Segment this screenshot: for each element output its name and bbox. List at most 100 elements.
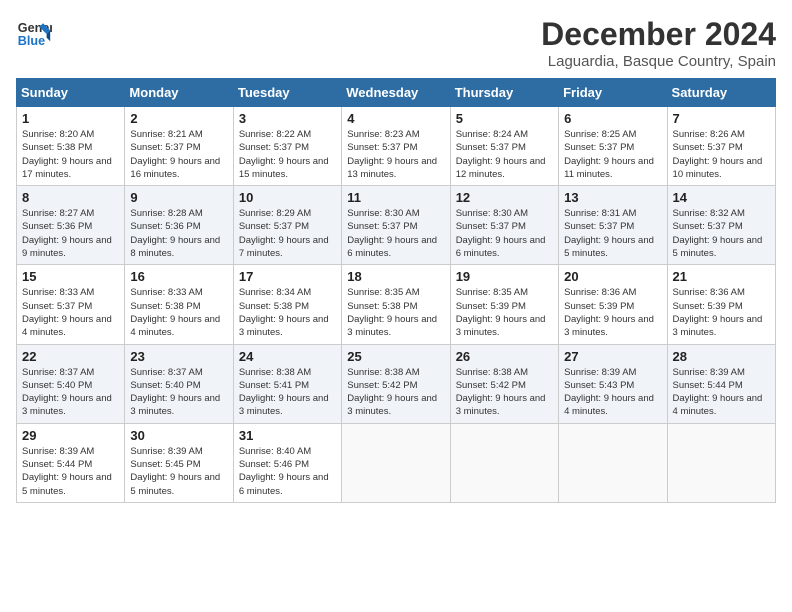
day-info: Sunrise: 8:21 AMSunset: 5:37 PMDaylight:… [130, 129, 220, 180]
calendar-cell: 7 Sunrise: 8:26 AMSunset: 5:37 PMDayligh… [667, 107, 775, 186]
day-number: 15 [22, 269, 119, 284]
calendar-cell: 25 Sunrise: 8:38 AMSunset: 5:42 PMDaylig… [342, 344, 450, 423]
calendar-cell: 28 Sunrise: 8:39 AMSunset: 5:44 PMDaylig… [667, 344, 775, 423]
calendar-cell: 23 Sunrise: 8:37 AMSunset: 5:40 PMDaylig… [125, 344, 233, 423]
day-info: Sunrise: 8:38 AMSunset: 5:42 PMDaylight:… [347, 367, 437, 418]
day-number: 28 [673, 349, 770, 364]
day-info: Sunrise: 8:33 AMSunset: 5:38 PMDaylight:… [130, 287, 220, 338]
day-info: Sunrise: 8:22 AMSunset: 5:37 PMDaylight:… [239, 129, 329, 180]
calendar-cell: 13 Sunrise: 8:31 AMSunset: 5:37 PMDaylig… [559, 186, 667, 265]
calendar-cell: 29 Sunrise: 8:39 AMSunset: 5:44 PMDaylig… [17, 423, 125, 502]
calendar-cell: 10 Sunrise: 8:29 AMSunset: 5:37 PMDaylig… [233, 186, 341, 265]
calendar-cell: 21 Sunrise: 8:36 AMSunset: 5:39 PMDaylig… [667, 265, 775, 344]
day-number: 26 [456, 349, 553, 364]
calendar-cell: 11 Sunrise: 8:30 AMSunset: 5:37 PMDaylig… [342, 186, 450, 265]
day-header-sunday: Sunday [17, 79, 125, 107]
day-number: 18 [347, 269, 444, 284]
week-row-5: 29 Sunrise: 8:39 AMSunset: 5:44 PMDaylig… [17, 423, 776, 502]
day-info: Sunrise: 8:39 AMSunset: 5:45 PMDaylight:… [130, 446, 220, 497]
calendar-cell: 22 Sunrise: 8:37 AMSunset: 5:40 PMDaylig… [17, 344, 125, 423]
calendar-cell: 18 Sunrise: 8:35 AMSunset: 5:38 PMDaylig… [342, 265, 450, 344]
day-number: 9 [130, 190, 227, 205]
calendar-cell: 27 Sunrise: 8:39 AMSunset: 5:43 PMDaylig… [559, 344, 667, 423]
day-info: Sunrise: 8:35 AMSunset: 5:38 PMDaylight:… [347, 287, 437, 338]
day-info: Sunrise: 8:23 AMSunset: 5:37 PMDaylight:… [347, 129, 437, 180]
day-number: 17 [239, 269, 336, 284]
day-number: 16 [130, 269, 227, 284]
day-info: Sunrise: 8:28 AMSunset: 5:36 PMDaylight:… [130, 208, 220, 259]
day-number: 1 [22, 111, 119, 126]
day-info: Sunrise: 8:39 AMSunset: 5:43 PMDaylight:… [564, 367, 654, 418]
day-info: Sunrise: 8:39 AMSunset: 5:44 PMDaylight:… [673, 367, 763, 418]
calendar-cell: 3 Sunrise: 8:22 AMSunset: 5:37 PMDayligh… [233, 107, 341, 186]
calendar-cell: 12 Sunrise: 8:30 AMSunset: 5:37 PMDaylig… [450, 186, 558, 265]
day-number: 5 [456, 111, 553, 126]
day-number: 25 [347, 349, 444, 364]
calendar-cell: 2 Sunrise: 8:21 AMSunset: 5:37 PMDayligh… [125, 107, 233, 186]
calendar-table: SundayMondayTuesdayWednesdayThursdayFrid… [16, 78, 776, 503]
day-number: 13 [564, 190, 661, 205]
day-info: Sunrise: 8:32 AMSunset: 5:37 PMDaylight:… [673, 208, 763, 259]
day-number: 22 [22, 349, 119, 364]
calendar-cell: 4 Sunrise: 8:23 AMSunset: 5:37 PMDayligh… [342, 107, 450, 186]
calendar-cell: 9 Sunrise: 8:28 AMSunset: 5:36 PMDayligh… [125, 186, 233, 265]
page-header: General Blue December 2024 Laguardia, Ba… [16, 16, 776, 70]
calendar-cell: 5 Sunrise: 8:24 AMSunset: 5:37 PMDayligh… [450, 107, 558, 186]
calendar-cell [342, 423, 450, 502]
day-info: Sunrise: 8:31 AMSunset: 5:37 PMDaylight:… [564, 208, 654, 259]
day-info: Sunrise: 8:38 AMSunset: 5:41 PMDaylight:… [239, 367, 329, 418]
day-info: Sunrise: 8:27 AMSunset: 5:36 PMDaylight:… [22, 208, 112, 259]
calendar-cell: 26 Sunrise: 8:38 AMSunset: 5:42 PMDaylig… [450, 344, 558, 423]
week-row-1: 1 Sunrise: 8:20 AMSunset: 5:38 PMDayligh… [17, 107, 776, 186]
logo-icon: General Blue [16, 16, 52, 52]
day-number: 3 [239, 111, 336, 126]
day-number: 10 [239, 190, 336, 205]
day-info: Sunrise: 8:40 AMSunset: 5:46 PMDaylight:… [239, 446, 329, 497]
day-header-tuesday: Tuesday [233, 79, 341, 107]
day-info: Sunrise: 8:30 AMSunset: 5:37 PMDaylight:… [456, 208, 546, 259]
logo: General Blue [16, 16, 52, 52]
day-info: Sunrise: 8:38 AMSunset: 5:42 PMDaylight:… [456, 367, 546, 418]
day-info: Sunrise: 8:36 AMSunset: 5:39 PMDaylight:… [564, 287, 654, 338]
week-row-2: 8 Sunrise: 8:27 AMSunset: 5:36 PMDayligh… [17, 186, 776, 265]
day-info: Sunrise: 8:37 AMSunset: 5:40 PMDaylight:… [130, 367, 220, 418]
day-number: 6 [564, 111, 661, 126]
month-title: December 2024 [541, 16, 776, 53]
calendar-cell [667, 423, 775, 502]
day-info: Sunrise: 8:25 AMSunset: 5:37 PMDaylight:… [564, 129, 654, 180]
day-info: Sunrise: 8:37 AMSunset: 5:40 PMDaylight:… [22, 367, 112, 418]
day-info: Sunrise: 8:36 AMSunset: 5:39 PMDaylight:… [673, 287, 763, 338]
day-number: 19 [456, 269, 553, 284]
day-number: 7 [673, 111, 770, 126]
week-row-3: 15 Sunrise: 8:33 AMSunset: 5:37 PMDaylig… [17, 265, 776, 344]
day-header-monday: Monday [125, 79, 233, 107]
day-number: 4 [347, 111, 444, 126]
day-header-wednesday: Wednesday [342, 79, 450, 107]
calendar-cell: 30 Sunrise: 8:39 AMSunset: 5:45 PMDaylig… [125, 423, 233, 502]
day-info: Sunrise: 8:34 AMSunset: 5:38 PMDaylight:… [239, 287, 329, 338]
calendar-cell: 1 Sunrise: 8:20 AMSunset: 5:38 PMDayligh… [17, 107, 125, 186]
title-section: December 2024 Laguardia, Basque Country,… [541, 16, 776, 70]
day-number: 23 [130, 349, 227, 364]
day-number: 24 [239, 349, 336, 364]
day-number: 31 [239, 428, 336, 443]
day-number: 21 [673, 269, 770, 284]
calendar-cell [450, 423, 558, 502]
calendar-cell: 16 Sunrise: 8:33 AMSunset: 5:38 PMDaylig… [125, 265, 233, 344]
day-header-thursday: Thursday [450, 79, 558, 107]
day-info: Sunrise: 8:29 AMSunset: 5:37 PMDaylight:… [239, 208, 329, 259]
day-number: 12 [456, 190, 553, 205]
calendar-cell: 15 Sunrise: 8:33 AMSunset: 5:37 PMDaylig… [17, 265, 125, 344]
day-header-saturday: Saturday [667, 79, 775, 107]
week-row-4: 22 Sunrise: 8:37 AMSunset: 5:40 PMDaylig… [17, 344, 776, 423]
calendar-cell: 6 Sunrise: 8:25 AMSunset: 5:37 PMDayligh… [559, 107, 667, 186]
day-header-friday: Friday [559, 79, 667, 107]
day-number: 30 [130, 428, 227, 443]
day-number: 11 [347, 190, 444, 205]
day-info: Sunrise: 8:20 AMSunset: 5:38 PMDaylight:… [22, 129, 112, 180]
day-info: Sunrise: 8:35 AMSunset: 5:39 PMDaylight:… [456, 287, 546, 338]
day-number: 2 [130, 111, 227, 126]
calendar-cell: 31 Sunrise: 8:40 AMSunset: 5:46 PMDaylig… [233, 423, 341, 502]
day-info: Sunrise: 8:39 AMSunset: 5:44 PMDaylight:… [22, 446, 112, 497]
calendar-cell: 20 Sunrise: 8:36 AMSunset: 5:39 PMDaylig… [559, 265, 667, 344]
